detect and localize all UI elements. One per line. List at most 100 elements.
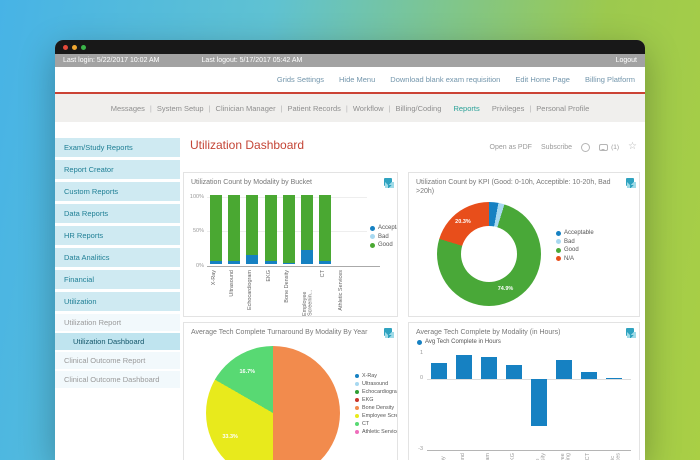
value-bar[interactable]: [506, 365, 522, 379]
stacked-bar[interactable]: [265, 195, 277, 264]
legend-label: N/A: [564, 256, 574, 262]
value-bar[interactable]: [531, 379, 547, 426]
value-bar[interactable]: [581, 372, 597, 380]
menu-item-system-setup[interactable]: System Setup: [157, 104, 204, 113]
menu-item-privileges[interactable]: Privileges: [492, 104, 525, 113]
main-menu: Messages|System Setup|Clinician Manager|…: [55, 94, 645, 122]
export-chart-icon[interactable]: [384, 328, 392, 336]
x-axis-label: Bone Density: [536, 453, 547, 460]
logout-link[interactable]: Logout: [616, 57, 637, 64]
bar-segment-acceptable: [301, 250, 313, 264]
export-chart-icon[interactable]: [626, 178, 634, 186]
sidebar-item-report-creator[interactable]: Report Creator: [55, 160, 180, 179]
maximize-window-icon[interactable]: [81, 45, 86, 50]
legend-row: Good: [370, 242, 398, 248]
app-window: Last login: 5/22/2017 10:02 AM Last logo…: [55, 40, 645, 460]
menu-item-workflow[interactable]: Workflow: [353, 104, 384, 113]
sidebar-item-utilization-dashboard[interactable]: Utilization Dashboard: [55, 333, 180, 350]
y-tick: 0%: [186, 263, 204, 269]
panel-avg-tech-complete-by-modality: Average Tech Complete by Modality (in Ho…: [408, 322, 640, 460]
value-bar[interactable]: [606, 378, 622, 379]
legend-row: Employee Screen...: [355, 413, 398, 419]
toolbar-link[interactable]: Edit Home Page: [515, 75, 570, 84]
stacked-bar[interactable]: [283, 195, 295, 264]
close-window-icon[interactable]: [63, 45, 68, 50]
last-login-text: Last login: 5/22/2017 10:02 AM: [63, 57, 160, 64]
stacked-bar[interactable]: [301, 195, 313, 264]
menu-separator: [485, 104, 487, 113]
donut-chart[interactable]: [437, 202, 541, 306]
sidebar-item-hr-reports[interactable]: HR Reports: [55, 226, 180, 245]
slice-value-label: 20.3%: [455, 219, 471, 225]
open-as-pdf-link[interactable]: Open as PDF: [490, 144, 532, 151]
menu-item-reports[interactable]: Reports: [453, 104, 479, 113]
menu-separator: |: [150, 104, 152, 113]
legend-label: Bad: [378, 234, 389, 240]
toolbar-link[interactable]: Billing Platform: [585, 75, 635, 84]
value-bar[interactable]: [456, 355, 472, 379]
legend-color-dot: [556, 239, 561, 244]
x-axis-line: [207, 266, 380, 267]
chart3-legend: X-RayUltrasoundEchocardiogramEKGBone Den…: [355, 373, 398, 437]
menu-item-patient-records[interactable]: Patient Records: [288, 104, 341, 113]
menu-item-personal-profile[interactable]: Personal Profile: [536, 104, 589, 113]
bar-segment-acceptable: [319, 261, 331, 264]
legend-color-dot: [355, 422, 359, 426]
x-axis-label: Echocardiogram: [248, 270, 254, 310]
x-axis-label: EKG: [511, 453, 517, 460]
sidebar-item-utilization-report[interactable]: Utilization Report: [55, 314, 180, 331]
chart-title: Average Tech Complete Turnaround By Moda…: [191, 328, 385, 337]
settings-icon[interactable]: [581, 143, 590, 152]
bar-segment-good: [319, 195, 331, 261]
toolbar-link[interactable]: Hide Menu: [339, 75, 375, 84]
y-tick: 50%: [186, 228, 204, 234]
legend-row: Acceptable: [370, 225, 398, 231]
panel-utilization-by-kpi: Utilization Count by KPI (Good: 0-10h, A…: [408, 172, 640, 317]
legend-row: Good: [556, 247, 594, 253]
x-axis-label: Bone Density: [285, 270, 291, 303]
pie-chart[interactable]: [206, 346, 340, 460]
chart-title: Utilization Count by KPI (Good: 0-10h, A…: [416, 178, 639, 196]
x-axis-label: Athletic Services: [611, 453, 622, 460]
stacked-bar[interactable]: [210, 195, 222, 264]
legend-row: Bad: [370, 234, 398, 240]
sidebar-item-financial[interactable]: Financial: [55, 270, 180, 289]
menu-item-billing-coding[interactable]: Billing/Coding: [396, 104, 442, 113]
stacked-bar[interactable]: [246, 195, 258, 264]
toolbar-link[interactable]: Download blank exam requisition: [390, 75, 500, 84]
sidebar-item-data-reports[interactable]: Data Reports: [55, 204, 180, 223]
favorite-star-icon[interactable]: ☆: [628, 142, 637, 152]
sidebar-item-custom-reports[interactable]: Custom Reports: [55, 182, 180, 201]
stacked-bar[interactable]: [319, 195, 331, 264]
x-axis-label: Ultrasound: [461, 453, 467, 460]
y-tick: -3: [409, 446, 423, 452]
legend-row: N/A: [556, 256, 594, 262]
export-chart-icon[interactable]: [384, 178, 392, 186]
sidebar-item-clinical-outcome-report[interactable]: Clinical Outcome Report: [55, 352, 180, 369]
toolbar-link[interactable]: Grids Settings: [277, 75, 324, 84]
slice-value-label: 74.9%: [498, 286, 514, 292]
x-axis-label: Employee Screenin...: [303, 270, 314, 316]
export-chart-icon[interactable]: [626, 328, 634, 336]
menu-separator: |: [389, 104, 391, 113]
panel-utilization-by-modality: Utilization Count by Modality by Bucket …: [183, 172, 398, 317]
sidebar-item-exam-study-reports[interactable]: Exam/Study Reports: [55, 138, 180, 157]
sidebar-item-data-analitics[interactable]: Data Analitics: [55, 248, 180, 267]
comments-icon[interactable]: [599, 144, 608, 151]
sidebar-item-clinical-outcome-dashboard[interactable]: Clinical Outcome Dashboard: [55, 371, 180, 388]
value-bar[interactable]: [431, 363, 447, 379]
subscribe-link[interactable]: Subscribe: [541, 144, 572, 151]
value-bar[interactable]: [481, 357, 497, 380]
menu-item-messages[interactable]: Messages: [111, 104, 145, 113]
menu-separator: [446, 104, 448, 113]
chart-title: Average Tech Complete by Modality (in Ho…: [416, 328, 578, 337]
stacked-bar[interactable]: [228, 195, 240, 264]
value-bar[interactable]: [556, 360, 572, 379]
legend-label: EKG: [362, 397, 373, 403]
session-status-bar: Last login: 5/22/2017 10:02 AM Last logo…: [55, 54, 645, 67]
minimize-window-icon[interactable]: [72, 45, 77, 50]
legend-label: X-Ray: [362, 373, 377, 379]
menu-item-clinician-manager[interactable]: Clinician Manager: [216, 104, 276, 113]
sidebar-item-utilization[interactable]: Utilization: [55, 292, 180, 311]
y-tick: 1: [409, 350, 423, 356]
